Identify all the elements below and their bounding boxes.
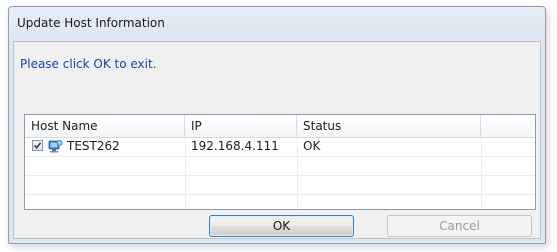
cancel-button[interactable]: Cancel [387, 215, 532, 237]
row-divider [25, 175, 535, 176]
host-list[interactable]: Host Name IP Status TEST262 192.168.4.11… [24, 114, 536, 210]
row-divider [25, 194, 535, 195]
column-header-status[interactable]: Status [297, 115, 481, 137]
row-checkbox[interactable] [32, 140, 43, 151]
column-header-host-name[interactable]: Host Name [25, 115, 185, 137]
host-list-header: Host Name IP Status [25, 115, 535, 138]
ok-button[interactable]: OK [209, 215, 354, 237]
column-header-ip[interactable]: IP [185, 115, 297, 137]
dialog-title: Update Host Information [17, 16, 165, 30]
checkmark-icon [33, 142, 42, 150]
dialog-titlebar[interactable]: Update Host Information [9, 7, 545, 41]
column-header-empty[interactable] [481, 115, 535, 137]
network-host-icon [48, 140, 63, 153]
status-cell: OK [303, 139, 321, 153]
dialog-body: Please click OK to exit. Host Name IP St… [13, 41, 541, 239]
row-divider [25, 156, 535, 157]
update-host-dialog: Update Host Information Please click OK … [8, 6, 546, 244]
table-row[interactable]: TEST262 192.168.4.111 OK [25, 137, 535, 156]
ip-cell: 192.168.4.111 [191, 139, 279, 153]
exit-instruction-message: Please click OK to exit. [20, 57, 157, 71]
host-name-cell: TEST262 [67, 139, 120, 153]
